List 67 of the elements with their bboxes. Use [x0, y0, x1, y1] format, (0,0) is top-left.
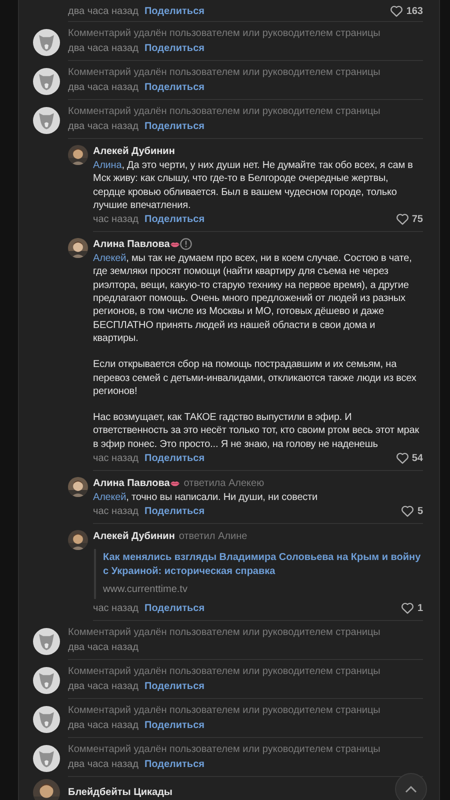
share-link[interactable]: Поделиться	[144, 718, 204, 733]
reply-target: ответил Алине	[178, 530, 248, 544]
deleted-notice: Комментарий удалён пользователем или руководителем страницы	[68, 665, 382, 680]
link-title[interactable]: Как менялись взгляды Владимира Соловьева на Крым и войну с Украиной: историческая справка	[103, 551, 423, 580]
deleted-notice: Комментарий удалён пользователем или руководителем страницы	[68, 66, 382, 80]
like-button[interactable]: 54	[396, 450, 423, 466]
author-name[interactable]: Алина Павлова	[93, 476, 170, 491]
comment-time: два часа назад	[68, 120, 138, 134]
dog-avatar-icon	[33, 745, 60, 772]
mention-link[interactable]: Алина	[93, 160, 122, 171]
dog-avatar-icon	[33, 667, 60, 694]
comment-time: два часа назад	[68, 4, 138, 18]
deleted-notice: Комментарий удалён пользователем или руководителем страницы	[68, 743, 382, 758]
comment-time: час назад	[93, 602, 139, 616]
info-icon[interactable]	[180, 238, 192, 250]
dog-avatar-icon	[33, 107, 60, 134]
deleted-notice: Комментарий удалён пользователем или руководителем страницы	[68, 704, 382, 718]
like-button[interactable]: 75	[396, 212, 423, 227]
comment-text: Алина, Да это черти, у них души нет. Не думайте так обо всех, я сам в Мск живу: как слышу, что где-то в Белгороде очередные жертвы, сердце кровью обливается. Был в вашем чудесном городе, только лучшие впечатления.	[93, 159, 414, 212]
comment-time: два часа назад	[68, 42, 138, 56]
author-name[interactable]: Алекей Дубинин	[93, 528, 175, 544]
comment-text: Нас возмущает, как ТАКОЕ гадство выпустили в эфир. И ответственность за это несёт только тот, кто своим ртом весь этот мрак в эфир понес. Это просто... Я не знаю, на голову не наденешь	[93, 411, 420, 452]
comment-time: два часа назад	[68, 640, 138, 655]
dog-avatar-icon	[33, 29, 60, 56]
share-link[interactable]: Поделиться	[144, 450, 205, 466]
comment-text: Алекей, мы так не думаем про всех, ни в коем случае. Состою в чате, где земляки просят помощи (найти квартиру для съема не через риэлтора, вещи, какую-то старую технику на первое время), а другие предлагают помощь. Очень много предложений от людей из разных регионов, в том числе из Москвы и МО, готовых дёшево и даже БЕСПЛАТНО принять людей из нашей области в свои дома и квартиры.	[93, 252, 413, 346]
share-link[interactable]: Поделиться	[144, 756, 204, 772]
like-button[interactable]: 163	[390, 4, 423, 18]
dog-avatar-icon	[33, 706, 60, 734]
comment-time: два часа назад	[68, 80, 138, 94]
author-name[interactable]: Блейдбейты Цикады	[68, 787, 172, 798]
share-link[interactable]: Поделиться	[144, 504, 205, 519]
share-link[interactable]: Поделиться	[144, 212, 205, 227]
chevron-up-icon	[405, 786, 417, 792]
comment-time: час назад	[93, 452, 139, 466]
share-link[interactable]: Поделиться	[144, 118, 204, 134]
mention-link[interactable]: Алекей	[93, 253, 126, 264]
dog-avatar-icon	[33, 68, 60, 95]
link-url: www.currenttime.tv	[103, 583, 188, 598]
heart-icon[interactable]	[396, 452, 409, 464]
mention-link[interactable]: Алекей	[93, 492, 126, 504]
comment-text: Если открывается сбор на помощь пострадавшим и их семьям, на перевоз семей с детьми-инвалидами, откликаются также люди из всех регионов!	[93, 358, 418, 398]
like-button[interactable]: 5	[401, 504, 423, 519]
comment-time: два часа назад	[68, 758, 138, 772]
share-link[interactable]: Поделиться	[144, 600, 205, 616]
comment-time: час назад	[93, 504, 139, 519]
reply-target: ответила Алекею	[184, 476, 264, 491]
heart-icon[interactable]	[401, 505, 414, 518]
scroll-up-button[interactable]	[395, 773, 427, 800]
dog-avatar-icon	[33, 628, 60, 656]
heart-icon[interactable]	[390, 5, 404, 17]
share-link[interactable]: Поделиться	[144, 678, 204, 694]
comment-text: Алекей, точно вы написали. Ни души, ни совести	[93, 491, 319, 504]
like-button[interactable]: 1	[401, 600, 423, 616]
deleted-notice: Комментарий удалён пользователем или руководителем страницы	[68, 626, 382, 640]
share-link[interactable]: Поделиться	[144, 80, 204, 94]
deleted-notice: Комментарий удалён пользователем или руководителем страницы	[68, 27, 382, 41]
heart-icon[interactable]	[396, 213, 409, 226]
author-name[interactable]: Алекей Дубинин	[93, 144, 175, 158]
deleted-notice: Комментарий удалён пользователем или руководителем страницы	[68, 105, 382, 119]
heart-icon[interactable]	[401, 602, 414, 614]
author-name[interactable]: Алина Павлова	[93, 236, 170, 252]
share-link[interactable]: Поделиться	[144, 40, 204, 56]
comment-time: два часа назад	[68, 718, 138, 733]
comment-time: два часа назад	[68, 680, 138, 694]
comment-time: час назад	[93, 212, 139, 227]
share-link[interactable]: Поделиться	[144, 4, 204, 18]
